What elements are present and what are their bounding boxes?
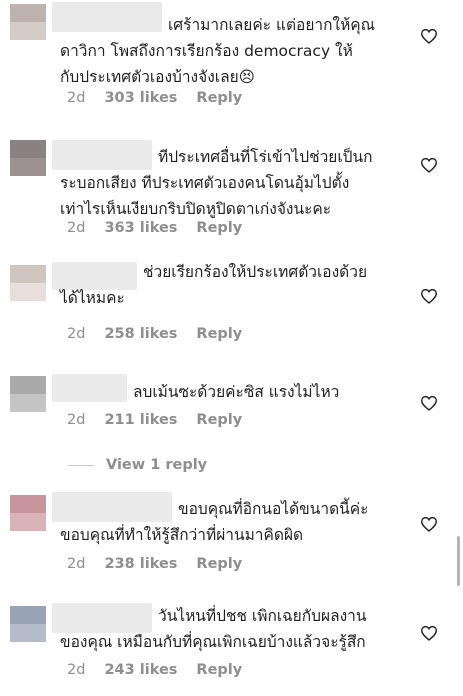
reply-button[interactable]: Reply xyxy=(196,90,242,106)
comment-time: 2d xyxy=(67,90,86,106)
avatar[interactable] xyxy=(10,4,46,40)
likes-count[interactable]: 238 likes xyxy=(104,556,177,572)
reply-divider xyxy=(68,464,94,466)
comment-text: ขอบคุณที่อิกนอได้ขนาดนี้ค่ะขอบคุณที่ทำให… xyxy=(60,496,410,548)
comment-time: 2d xyxy=(67,220,86,236)
comment-line: เศร้ามากเลยค่ะ แต่อยากให้คุณ xyxy=(168,16,376,34)
heart-icon[interactable] xyxy=(420,516,438,532)
avatar[interactable] xyxy=(10,606,46,642)
reply-button[interactable]: Reply xyxy=(196,220,242,236)
reply-button[interactable]: Reply xyxy=(196,556,242,572)
heart-icon[interactable] xyxy=(420,288,438,304)
comment-meta: 2d 211 likes Reply xyxy=(67,412,261,428)
heart-icon[interactable] xyxy=(420,395,438,411)
scrollbar[interactable] xyxy=(457,536,460,586)
likes-count[interactable]: 303 likes xyxy=(104,90,177,106)
comment-line: ระบอกเสียง ทีประเทศตัวเองคนโดนอุ้มไปตั้ง xyxy=(60,174,350,192)
reply-button[interactable]: Reply xyxy=(196,326,242,342)
likes-count[interactable]: 258 likes xyxy=(104,326,177,342)
reply-button[interactable]: Reply xyxy=(196,412,242,428)
avatar[interactable] xyxy=(10,265,46,301)
comment-meta: 2d 238 likes Reply xyxy=(67,556,261,572)
comment-meta: 2d 258 likes Reply xyxy=(67,326,261,342)
reply-button[interactable]: Reply xyxy=(196,662,242,678)
heart-icon[interactable] xyxy=(420,28,438,44)
comment-line: ดาวิกา โพสถึงการเรียกร้อง democracy ให้ xyxy=(60,42,353,60)
avatar[interactable] xyxy=(10,495,46,531)
comment-line: ลบเม้นซะด้วยค่ะซิส แรงไม่ไหว xyxy=(133,383,340,401)
comment-text: เศร้ามากเลยค่ะ แต่อยากให้คุณดาวิกา โพสถึ… xyxy=(60,12,410,90)
likes-count[interactable]: 243 likes xyxy=(104,662,177,678)
comment-meta: 2d 243 likes Reply xyxy=(67,662,261,678)
view-replies-button[interactable]: View 1 reply xyxy=(68,457,207,473)
likes-count[interactable]: 211 likes xyxy=(104,412,177,428)
comment-line: ของคุณ เหมือนกับที่คุณเพิกเฉยบ้างแล้วจะร… xyxy=(60,633,366,651)
comment-line: เท่าไรเห็นเงียบกริบปิดหูปิดตาเก่งจังนะคะ xyxy=(60,200,332,218)
comment-text: ทีประเทศอื่นที่โร่เข้าไปช่วยเป็นกระบอกเส… xyxy=(60,144,410,222)
comment-line: ทีประเทศอื่นที่โร่เข้าไปช่วยเป็นก xyxy=(158,148,373,166)
comment-time: 2d xyxy=(67,556,86,572)
comment-line: ขอบคุณที่อิกนอได้ขนาดนี้ค่ะ xyxy=(178,500,369,518)
comment-time: 2d xyxy=(67,326,86,342)
comment-time: 2d xyxy=(67,662,86,678)
avatar[interactable] xyxy=(10,376,46,412)
heart-icon[interactable] xyxy=(420,157,438,173)
comment-line: ช่วยเรียกร้องให้ประเทศตัวเองด้วย xyxy=(143,263,368,281)
heart-icon[interactable] xyxy=(420,625,438,641)
avatar[interactable] xyxy=(10,140,46,176)
comment-time: 2d xyxy=(67,412,86,428)
comment-line: กับประเทศตัวเองบ้างจังเลย😣 xyxy=(60,68,255,86)
view-replies-label[interactable]: View 1 reply xyxy=(106,457,207,473)
comment-text: วันไหนที่ปชช เพิกเฉยกับผลงานของคุณ เหมือ… xyxy=(60,603,410,655)
comment-meta: 2d 303 likes Reply xyxy=(67,90,261,106)
comment-text: ช่วยเรียกร้องให้ประเทศตัวเองด้วยได้ไหมคะ xyxy=(60,259,410,311)
comment-line: วันไหนที่ปชช เพิกเฉยกับผลงาน xyxy=(158,607,367,625)
likes-count[interactable]: 363 likes xyxy=(104,220,177,236)
comment-meta: 2d 363 likes Reply xyxy=(67,220,261,236)
comment-line: ขอบคุณที่ทำให้รู้สึกว่าที่ผ่านมาคิดผิด xyxy=(60,526,304,544)
comment-line: ได้ไหมคะ xyxy=(60,289,125,307)
comment-text: ลบเม้นซะด้วยค่ะซิส แรงไม่ไหว xyxy=(60,379,410,405)
